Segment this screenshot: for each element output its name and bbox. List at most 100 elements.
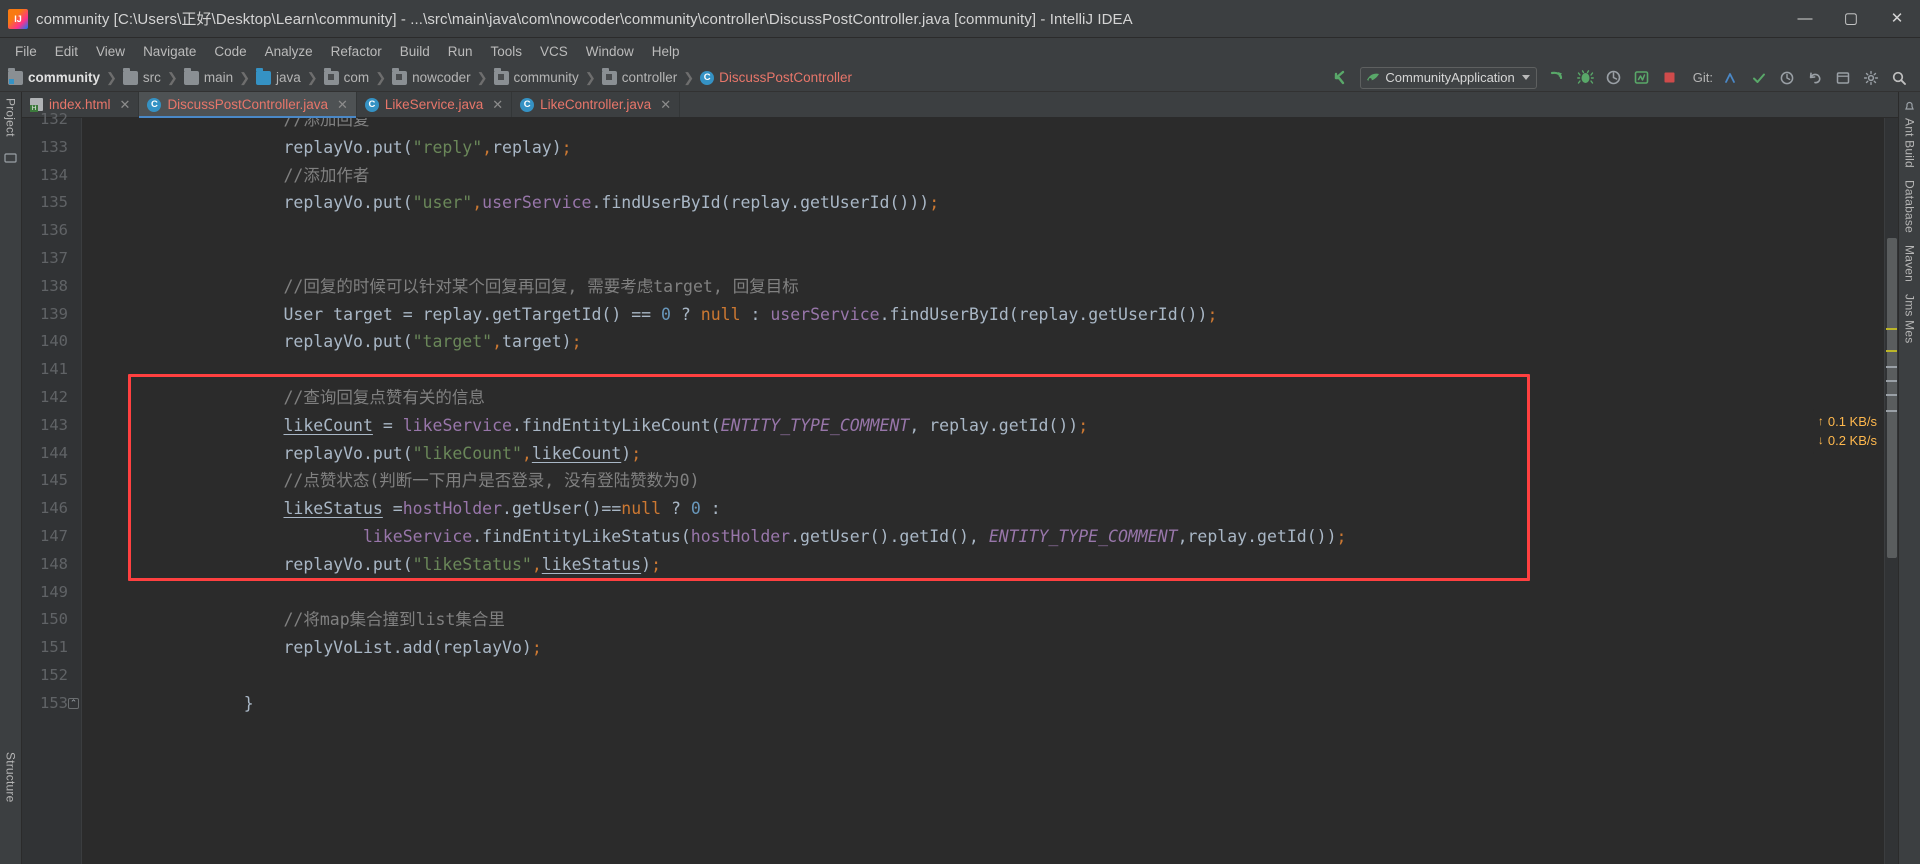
- tool-window-maven[interactable]: Maven: [1900, 239, 1920, 288]
- breadcrumb-item-com[interactable]: com: [323, 67, 369, 85]
- git-commit-button[interactable]: [1746, 66, 1772, 90]
- notifications-icon[interactable]: [1903, 100, 1917, 112]
- profiler-button[interactable]: [1629, 66, 1655, 90]
- git-history-button[interactable]: [1774, 66, 1800, 90]
- error-stripe-mark[interactable]: [1886, 394, 1897, 396]
- line-number: 133: [40, 137, 68, 156]
- menu-edit[interactable]: Edit: [46, 42, 87, 61]
- class-icon: [700, 70, 715, 85]
- code-line: likeStatus =hostHolder.getUser()==null ?…: [283, 499, 721, 519]
- tool-window-ant-build[interactable]: Ant Build: [1900, 112, 1920, 174]
- breadcrumb-item-controller[interactable]: controller: [601, 67, 677, 85]
- spring-boot-icon: [1366, 71, 1380, 85]
- editor-tab-likeservice-java[interactable]: LikeService.java ✕: [357, 92, 513, 117]
- tool-window-jms-mes[interactable]: Jms Mes: [1900, 288, 1920, 349]
- download-arrow-icon: ↓: [1817, 433, 1824, 447]
- left-tool-window-bar: Project Structure: [0, 92, 22, 864]
- breadcrumb-item-src[interactable]: src: [122, 67, 161, 85]
- line-number-gutter[interactable]: 132 133 134 135 136 137 138 139 140 141 142 143 144 1…: [22, 110, 82, 864]
- favorites-icon[interactable]: [3, 151, 18, 163]
- line-number: 151: [40, 638, 68, 657]
- editor-tab-likecontroller-java[interactable]: LikeController.java ✕: [512, 92, 681, 117]
- menu-analyze[interactable]: Analyze: [256, 42, 322, 61]
- breadcrumb-item-community[interactable]: community: [8, 67, 100, 85]
- line-number: 142: [40, 388, 68, 406]
- breadcrumb-separator: ❯: [683, 69, 695, 85]
- code-editor[interactable]: 132 133 134 135 136 137 138 139 140 141 142 143 144 1…: [22, 110, 1898, 864]
- intellij-idea-window: community [C:\Users\正好\Desktop\Learn\com…: [0, 0, 1920, 864]
- search-everywhere-button[interactable]: [1886, 66, 1912, 90]
- line-number: 143: [40, 415, 68, 434]
- menu-navigate[interactable]: Navigate: [134, 42, 205, 61]
- menu-refactor[interactable]: Refactor: [322, 42, 391, 61]
- source-folder-icon: [256, 67, 271, 85]
- code-fold-toggle[interactable]: ⌃: [68, 697, 79, 709]
- error-stripe-mark[interactable]: [1886, 350, 1897, 352]
- error-stripe-mark[interactable]: [1886, 410, 1897, 412]
- line-number: 136: [40, 221, 68, 240]
- code-line: //将map集合撞到list集合里: [283, 610, 505, 630]
- git-rollback-button[interactable]: [1802, 66, 1828, 90]
- minimize-button[interactable]: —: [1782, 0, 1828, 37]
- breadcrumb-item-nowcoder[interactable]: nowcoder: [392, 67, 471, 85]
- folder-icon: [183, 67, 199, 85]
- code-line: replyVoList.add(replayVo);: [204, 638, 542, 658]
- tool-window-project[interactable]: Project: [1, 92, 21, 143]
- code-folding-column[interactable]: ⌃: [67, 118, 81, 864]
- close-tab-icon[interactable]: ✕: [120, 97, 131, 113]
- editor-tab-label: DiscussPostController.java: [167, 97, 329, 112]
- breadcrumb-item-community-pkg[interactable]: community: [493, 67, 579, 85]
- editor-tab-discusspostcontroller-java[interactable]: DiscussPostController.java ✕: [139, 92, 357, 118]
- line-number: 135: [40, 193, 68, 212]
- upload-arrow-icon: ↑: [1817, 414, 1824, 428]
- download-speed-value: 0.2 KB/s: [1827, 433, 1877, 448]
- breadcrumb-item-discusspostcontroller[interactable]: DiscussPostController: [700, 70, 852, 85]
- error-stripe-mark[interactable]: [1886, 380, 1897, 382]
- tool-window-structure[interactable]: Structure: [1, 746, 21, 809]
- menu-file[interactable]: File: [6, 42, 46, 61]
- breadcrumb-item-main[interactable]: main: [183, 67, 233, 85]
- breadcrumb-item-java[interactable]: java: [256, 67, 301, 85]
- menu-vcs[interactable]: VCS: [531, 42, 577, 61]
- code-line: replayVo.put("likeCount",likeCount);: [204, 443, 642, 463]
- menu-tools[interactable]: Tools: [482, 42, 532, 61]
- run-with-coverage-button[interactable]: [1601, 66, 1627, 90]
- close-tab-icon[interactable]: ✕: [660, 97, 671, 113]
- menu-code[interactable]: Code: [205, 42, 255, 61]
- line-number: 141: [40, 360, 68, 379]
- error-stripe-mark[interactable]: [1886, 328, 1897, 330]
- stop-button[interactable]: [1657, 66, 1683, 90]
- package-icon: [392, 67, 408, 85]
- menu-build[interactable]: Build: [391, 42, 439, 61]
- select-in-project-button[interactable]: [1830, 66, 1856, 90]
- run-configuration-selector[interactable]: CommunityApplication: [1360, 66, 1537, 89]
- close-button[interactable]: ✕: [1874, 0, 1920, 37]
- scrollbar-thumb[interactable]: [1887, 238, 1897, 558]
- debug-button[interactable]: [1573, 66, 1599, 90]
- package-icon: [601, 67, 617, 85]
- code-scroll-area[interactable]: //添加回复 replayVo.put("reply",replay); //添…: [82, 118, 1884, 864]
- window-controls: — ▢ ✕: [1782, 0, 1920, 37]
- menu-help[interactable]: Help: [643, 42, 689, 61]
- editor-scrollbar[interactable]: [1884, 118, 1898, 864]
- close-tab-icon[interactable]: ✕: [337, 97, 348, 113]
- settings-button[interactable]: [1858, 66, 1884, 90]
- menu-run[interactable]: Run: [439, 42, 482, 61]
- close-tab-icon[interactable]: ✕: [492, 97, 503, 113]
- error-stripe-mark[interactable]: [1886, 366, 1897, 368]
- menu-view[interactable]: View: [87, 42, 134, 61]
- network-speed-indicator: ↑ 0.1 KB/s ↓ 0.2 KB/s: [1812, 409, 1884, 454]
- git-update-button[interactable]: [1718, 66, 1744, 90]
- menu-window[interactable]: Window: [577, 42, 643, 61]
- right-tool-window-bar: Ant Build Database Maven Jms Mes: [1898, 92, 1920, 864]
- title-bar: community [C:\Users\正好\Desktop\Learn\com…: [0, 0, 1920, 38]
- code-line: //查询回复点赞有关的信息: [283, 388, 485, 407]
- editor-tab-label: LikeController.java: [540, 97, 652, 112]
- run-button[interactable]: [1545, 66, 1571, 90]
- back-arrow-icon[interactable]: [1326, 66, 1352, 90]
- code-line: User target = replay.getTargetId() == 0 …: [283, 304, 1218, 324]
- maximize-button[interactable]: ▢: [1828, 0, 1874, 37]
- tool-window-database[interactable]: Database: [1900, 174, 1920, 239]
